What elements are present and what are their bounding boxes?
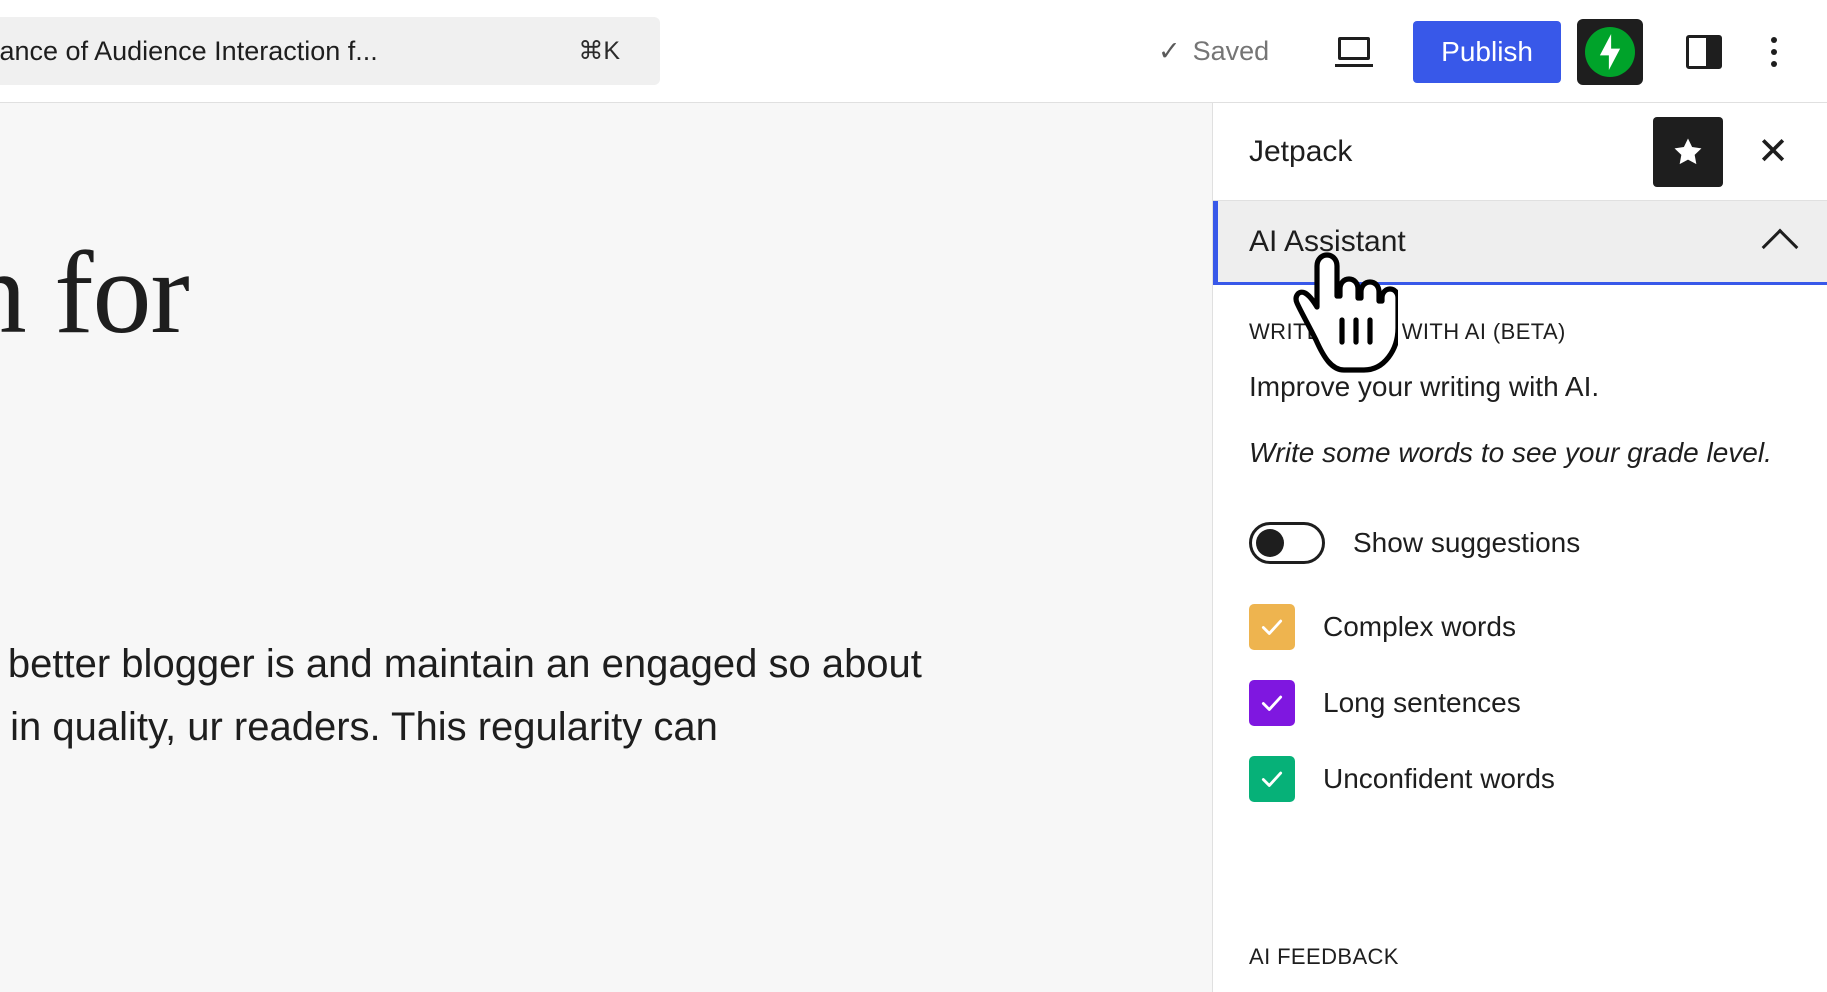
ai-assistant-section-header[interactable]: AI Assistant (1213, 201, 1827, 285)
editor-canvas[interactable]: of ction for becoming a better blogger i… (0, 103, 1212, 992)
checkbox-row-unconfident-words: Unconfident words (1249, 756, 1791, 802)
close-sidebar-button[interactable]: ✕ (1745, 124, 1801, 180)
command-bar[interactable]: ortance of Audience Interaction f... ⌘K (0, 17, 660, 85)
post-title[interactable]: of ction for (0, 223, 1212, 362)
jetpack-panel-header: Jetpack ✕ (1213, 103, 1827, 201)
show-suggestions-toggle[interactable] (1249, 522, 1325, 564)
command-bar-shortcut: ⌘K (578, 36, 620, 66)
unconfident-words-label: Unconfident words (1323, 763, 1555, 795)
checkmark-icon (1259, 614, 1285, 640)
checkbox-row-long-sentences: Long sentences (1249, 680, 1791, 726)
close-icon: ✕ (1757, 133, 1789, 171)
save-status: ✓ Saved (1158, 36, 1269, 67)
ai-assistant-section-title: AI Assistant (1249, 225, 1767, 259)
jetpack-panel-title: Jetpack (1249, 135, 1653, 169)
preview-button[interactable] (1319, 17, 1389, 87)
unconfident-words-checkbox[interactable] (1249, 756, 1295, 802)
more-options-button[interactable] (1739, 17, 1809, 87)
checkbox-row-complex-words: Complex words (1249, 604, 1791, 650)
pin-to-toolbar-button[interactable] (1653, 117, 1723, 187)
ai-assistant-section-body: WRITE BRIEF WITH AI (BETA) Improve your … (1213, 285, 1827, 802)
save-status-label: Saved (1193, 36, 1270, 67)
ai-feedback-label: AI FEEDBACK (1249, 944, 1399, 970)
jetpack-sidebar: Jetpack ✕ AI Assistant WRITE BRIEF WITH … (1212, 103, 1827, 992)
complex-words-label: Complex words (1323, 611, 1516, 643)
jetpack-button[interactable] (1577, 19, 1643, 85)
settings-sidebar-toggle-button[interactable] (1669, 17, 1739, 87)
show-suggestions-label: Show suggestions (1353, 527, 1580, 559)
checkmark-icon (1259, 766, 1285, 792)
chevron-up-icon (1762, 228, 1799, 265)
long-sentences-checkbox[interactable] (1249, 680, 1295, 726)
kebab-menu-icon (1771, 37, 1777, 67)
toolbar-right-group: ✓ Saved Publish (1158, 0, 1809, 103)
sidebar-toggle-icon (1686, 35, 1722, 69)
command-bar-title: ortance of Audience Interaction f... (0, 36, 554, 67)
checkmark-icon (1259, 690, 1285, 716)
toggle-knob (1256, 529, 1284, 557)
monitor-icon (1335, 37, 1373, 67)
check-icon: ✓ (1158, 38, 1181, 65)
ai-description: Improve your writing with AI. (1249, 371, 1791, 403)
write-brief-label: WRITE BRIEF WITH AI (BETA) (1249, 319, 1791, 345)
grade-level-hint: Write some words to see your grade level… (1249, 433, 1791, 474)
show-suggestions-row: Show suggestions (1249, 522, 1791, 564)
star-icon (1671, 135, 1705, 169)
jetpack-logo-icon (1585, 27, 1635, 77)
complex-words-checkbox[interactable] (1249, 604, 1295, 650)
publish-button[interactable]: Publish (1413, 21, 1561, 83)
post-body-paragraph[interactable]: becoming a better blogger is and maintai… (0, 633, 980, 759)
long-sentences-label: Long sentences (1323, 687, 1521, 719)
editor-toolbar: ortance of Audience Interaction f... ⌘K … (0, 0, 1827, 103)
